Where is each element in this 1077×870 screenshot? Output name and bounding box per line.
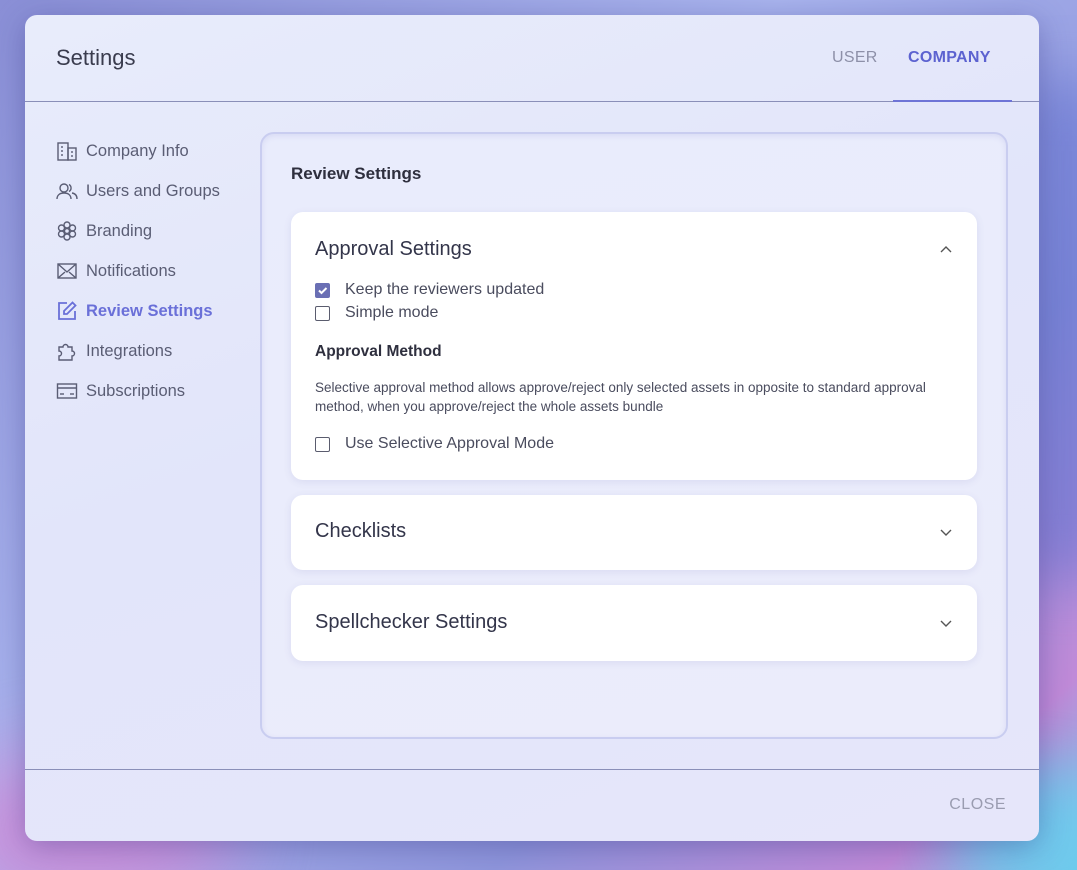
- sidebar-item-label: Subscriptions: [86, 381, 186, 400]
- sidebar-item-label: Integrations: [86, 341, 173, 360]
- sidebar-item-branding[interactable]: Branding: [56, 211, 256, 251]
- checkbox-label: Simple mode: [345, 304, 439, 321]
- chevron-down-icon[interactable]: [939, 525, 953, 539]
- users-icon: [56, 180, 78, 202]
- review-settings-panel: Review Settings Approval Settings Keep t…: [260, 132, 1008, 739]
- checklists-title: Checklists: [315, 520, 407, 542]
- checkbox-label: Use Selective Approval Mode: [345, 435, 554, 452]
- close-button[interactable]: CLOSE: [949, 796, 1006, 814]
- card-icon: [56, 380, 78, 402]
- tab-company[interactable]: COMPANY: [908, 49, 991, 67]
- simple-mode-option: Simple mode: [315, 304, 438, 322]
- spellchecker-settings-card[interactable]: Spellchecker Settings: [291, 585, 977, 661]
- keep-reviewers-updated-checkbox[interactable]: [315, 282, 330, 298]
- checklists-card[interactable]: Checklists: [291, 495, 977, 570]
- flower-icon: [56, 220, 78, 242]
- edit-icon: [56, 300, 78, 322]
- panel-title: Review Settings: [291, 164, 422, 183]
- sidebar-item-label: Branding: [86, 221, 153, 240]
- sidebar-item-company-info[interactable]: Company Info: [56, 131, 256, 171]
- approval-method-title: Approval Method: [315, 343, 442, 360]
- selective-approval-option: Use Selective Approval Mode: [315, 435, 554, 453]
- checkbox-label: Keep the reviewers updated: [345, 281, 545, 298]
- tab-user[interactable]: USER: [832, 49, 878, 67]
- sidebar-item-notifications[interactable]: Notifications: [56, 251, 256, 291]
- sidebar-item-label: Notifications: [86, 261, 176, 280]
- approval-method-description: Selective approval method allows approve…: [315, 380, 926, 414]
- dialog-footer: CLOSE: [25, 769, 1039, 841]
- envelope-icon: [56, 260, 78, 282]
- dialog-header: Settings USER COMPANY: [25, 15, 1039, 102]
- sidebar-item-label: Review Settings: [86, 301, 213, 320]
- spellchecker-settings-title: Spellchecker Settings: [315, 611, 508, 633]
- approval-settings-card: Approval Settings Keep the reviewers upd…: [291, 212, 977, 480]
- puzzle-icon: [56, 340, 78, 362]
- sidebar-item-review-settings[interactable]: Review Settings: [56, 291, 256, 331]
- chevron-down-icon[interactable]: [939, 616, 953, 630]
- settings-dialog: Settings USER COMPANY Company Info Users…: [25, 15, 1039, 841]
- sidebar-item-subscriptions[interactable]: Subscriptions: [56, 371, 256, 411]
- chevron-up-icon[interactable]: [939, 242, 953, 256]
- selective-approval-checkbox[interactable]: [315, 436, 330, 452]
- sidebar: Company Info Users and Groups Branding N…: [56, 131, 256, 411]
- simple-mode-checkbox[interactable]: [315, 305, 330, 321]
- sidebar-item-users-and-groups[interactable]: Users and Groups: [56, 171, 256, 211]
- sidebar-item-integrations[interactable]: Integrations: [56, 331, 256, 371]
- sidebar-item-label: Users and Groups: [86, 181, 220, 200]
- building-icon: [56, 140, 78, 162]
- approval-settings-title: Approval Settings: [315, 238, 472, 260]
- tab-active-indicator: [893, 100, 1012, 102]
- keep-reviewers-updated-option: Keep the reviewers updated: [315, 281, 544, 299]
- dialog-title: Settings: [56, 45, 136, 70]
- sidebar-item-label: Company Info: [86, 141, 189, 160]
